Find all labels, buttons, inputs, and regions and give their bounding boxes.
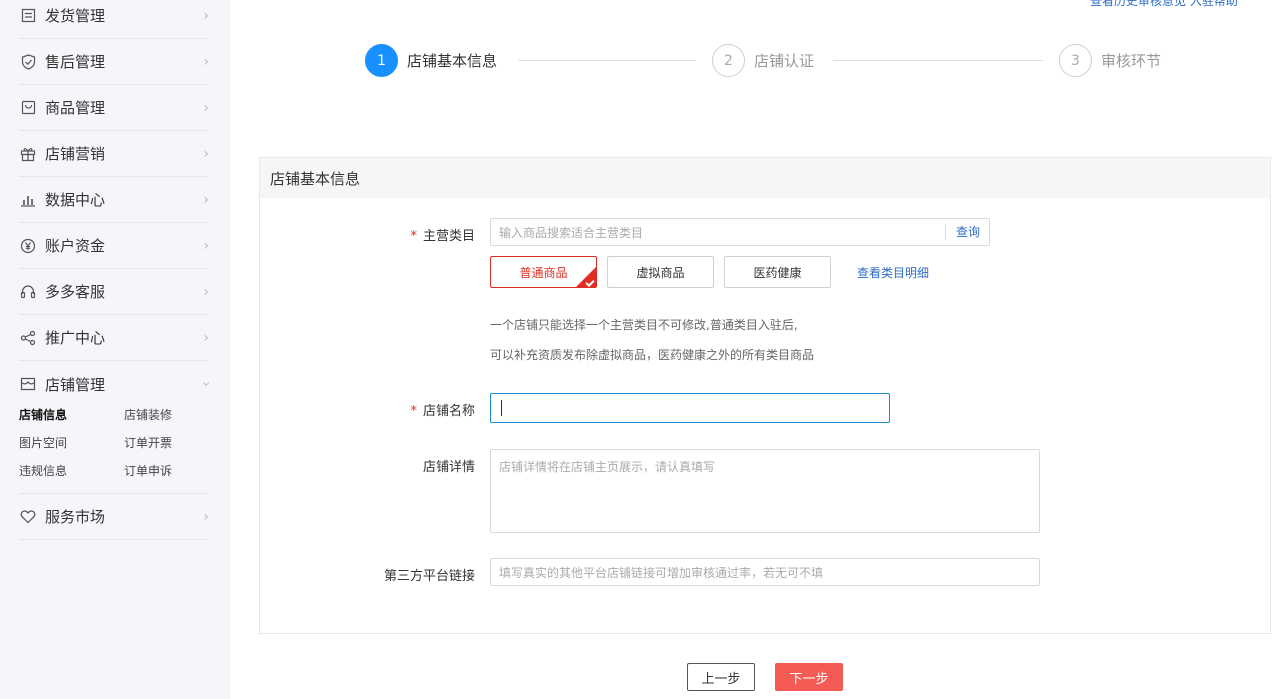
heart-icon [19,508,37,526]
sub-item-appeal[interactable]: 订单申诉 [124,462,172,479]
category-hint-1: 一个店铺只能选择一个主营类目不可修改,普通类目入驻后, [490,318,798,332]
history-help-link[interactable]: 查看历史审核意见 入驻帮助 [1090,0,1238,9]
nav-label: 店铺管理 [45,375,106,394]
sub-item-invoice[interactable]: 订单开票 [124,434,172,451]
chevron-right-icon: › [203,237,209,254]
nav-label: 数据中心 [45,191,106,209]
type-virtual-goods[interactable]: 虚拟商品 [607,256,714,288]
type-label: 医药健康 [753,265,802,280]
nav-label: 售后管理 [45,53,106,71]
nav-item-shipping[interactable]: 发货管理 › [19,0,209,39]
category-placeholder: 输入商品搜索适合主营类目 [499,225,644,240]
bar-chart-icon [19,191,37,209]
bag-icon [19,99,37,117]
nav-label: 店铺营销 [45,145,106,163]
step-2: 2 店铺认证 [712,44,814,77]
type-label: 虚拟商品 [636,265,685,280]
type-medical-health[interactable]: 医药健康 [724,256,831,288]
nav-item-data[interactable]: 数据中心 › [19,177,209,223]
chevron-right-icon: › [203,191,209,208]
nav-label: 服务市场 [45,508,106,526]
sub-item-store-decoration[interactable]: 店铺装修 [124,406,172,423]
step-number: 2 [712,44,745,77]
third-party-link-input[interactable]: 填写真实的其他平台店铺链接可增加审核通过率，若无可不填 [490,558,1040,586]
step-label: 审核环节 [1101,52,1162,70]
nav-item-service[interactable]: 多多客服 › [19,269,209,315]
doc-list-icon [19,7,37,25]
category-search-input[interactable]: 输入商品搜索适合主营类目 查询 [490,218,990,246]
prev-step-button[interactable]: 上一步 [687,663,755,691]
chevron-right-icon: › [203,508,209,525]
category-hint-2: 可以补充资质发布除虚拟商品，医药健康之外的所有类目商品 [490,348,815,362]
nav-item-promotion[interactable]: 推广中心 › [19,315,209,361]
chevron-right-icon: › [203,7,209,24]
chevron-right-icon: › [203,145,209,162]
share-icon [19,329,37,347]
nav-item-service-market[interactable]: 服务市场 › [19,494,209,540]
nav-label: 推广中心 [45,329,106,347]
sub-item-violations[interactable]: 违规信息 [19,462,67,479]
sub-item-image-space[interactable]: 图片空间 [19,434,67,451]
headset-icon [19,283,37,301]
chevron-right-icon: › [203,99,209,116]
nav-item-store[interactable]: 店铺管理 › [19,361,214,407]
sub-item-store-info[interactable]: 店铺信息 [19,406,67,423]
step-label: 店铺基本信息 [407,52,498,70]
shield-icon [19,53,37,71]
step-connector [518,60,696,61]
step-connector [833,60,1043,61]
nav-label: 商品管理 [45,99,106,117]
store-name-label: * 店铺名称 [410,404,475,419]
third-party-link-label: 第三方平台链接 [383,569,475,584]
nav-item-funds[interactable]: 账户资金 › [19,223,209,269]
nav-item-aftersale[interactable]: 售后管理 › [19,39,209,85]
yuan-icon [19,237,37,255]
step-number: 1 [365,44,398,77]
store-detail-label: 店铺详情 [422,460,475,475]
sidebar: 发货管理 › 售后管理 › 商品管理 › 店铺营销 › 数据中心 › 账户资金 … [0,0,230,699]
store-detail-textarea[interactable]: 店铺详情将在店铺主页展示，请认真填写 [490,449,1040,533]
chevron-right-icon: › [203,329,209,346]
type-normal-goods[interactable]: 普通商品 [490,256,597,288]
category-label: * 主营类目 [410,229,475,244]
third-party-placeholder: 填写真实的其他平台店铺链接可增加审核通过率，若无可不填 [499,565,824,580]
type-label: 普通商品 [519,265,568,280]
step-number: 3 [1059,44,1092,77]
nav-label: 账户资金 [45,237,106,255]
nav-item-goods[interactable]: 商品管理 › [19,85,209,131]
panel-title: 店铺基本信息 [260,158,1270,198]
step-3: 3 审核环节 [1059,44,1161,77]
search-button[interactable]: 查询 [944,224,989,240]
chevron-down-icon: › [198,381,215,387]
chevron-right-icon: › [203,53,209,70]
gift-icon [19,145,37,163]
nav-label: 多多客服 [45,283,106,301]
store-icon [19,375,37,393]
chevron-right-icon: › [203,283,209,300]
nav-item-marketing[interactable]: 店铺营销 › [19,131,209,177]
step-1: 1 店铺基本信息 [365,44,497,77]
text-caret [501,400,502,416]
store-detail-placeholder: 店铺详情将在店铺主页展示，请认真填写 [499,460,716,474]
next-step-button[interactable]: 下一步 [775,663,843,691]
view-category-detail-link[interactable]: 查看类目明细 [857,264,929,281]
step-label: 店铺认证 [754,52,815,70]
nav-label: 发货管理 [45,7,106,25]
store-name-input[interactable] [490,393,890,423]
